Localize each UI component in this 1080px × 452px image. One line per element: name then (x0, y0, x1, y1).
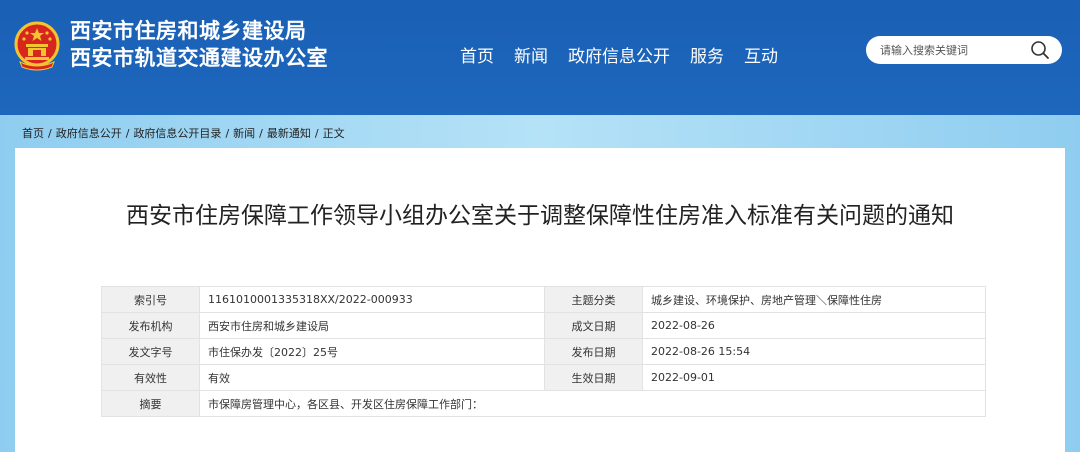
table-row: 发布机构 西安市住房和城乡建设局 成文日期 2022-08-26 (101, 312, 986, 339)
meta-value: 城乡建设、环境保护、房地产管理＼保障性住房 (642, 286, 986, 313)
breadcrumb-gov-info[interactable]: 政府信息公开 (56, 127, 122, 140)
table-row: 发文字号 市住保办发〔2022〕25号 发布日期 2022-08-26 15:5… (101, 338, 986, 365)
national-emblem-icon (14, 21, 60, 71)
meta-label: 发文字号 (101, 338, 200, 365)
meta-label: 有效性 (101, 364, 200, 391)
search-input[interactable] (880, 41, 1020, 59)
meta-label: 摘要 (101, 390, 200, 417)
meta-value: 2022-09-01 (642, 364, 986, 391)
nav-home[interactable]: 首页 (460, 42, 494, 67)
breadcrumb-home[interactable]: 首页 (22, 127, 44, 140)
abstract-value: 市保障房管理中心，各区县、开发区住房保障工作部门： (199, 390, 986, 417)
org-name-line1: 西安市住房和城乡建设局 (70, 19, 307, 43)
breadcrumb-gov-info-catalog[interactable]: 政府信息公开目录 (133, 127, 221, 140)
meta-value: 1161010001335318XX/2022-000933 (199, 286, 545, 313)
table-row: 有效性 有效 生效日期 2022-09-01 (101, 364, 986, 391)
org-name-line2: 西安市轨道交通建设办公室 (70, 46, 328, 70)
site-header: 西安市住房和城乡建设局 西安市轨道交通建设办公室 首页 新闻 政府信息公开 服务… (0, 0, 1080, 115)
nav-gov-info[interactable]: 政府信息公开 (568, 42, 670, 67)
meta-label: 成文日期 (544, 312, 643, 339)
nav-news[interactable]: 新闻 (514, 42, 548, 67)
breadcrumb-current: 正文 (322, 127, 345, 140)
meta-value: 西安市住房和城乡建设局 (199, 312, 545, 339)
organization-name[interactable]: 西安市住房和城乡建设局 西安市轨道交通建设办公室 (70, 18, 328, 72)
main-nav: 首页 新闻 政府信息公开 服务 互动 (460, 42, 798, 67)
meta-label: 发布日期 (544, 338, 643, 365)
metadata-table: 索引号 1161010001335318XX/2022-000933 主题分类 … (101, 286, 986, 417)
search-icon[interactable] (1030, 40, 1050, 60)
breadcrumb-separator: / (314, 127, 319, 140)
table-row: 索引号 1161010001335318XX/2022-000933 主题分类 … (101, 286, 986, 313)
breadcrumb-separator: / (125, 127, 130, 140)
meta-label: 生效日期 (544, 364, 643, 391)
breadcrumb-latest-notices[interactable]: 最新通知 (267, 127, 311, 140)
breadcrumb-separator: / (225, 127, 230, 140)
breadcrumb-separator: / (259, 127, 263, 140)
meta-value: 2022-08-26 15:54 (642, 338, 986, 365)
meta-value: 2022-08-26 (642, 312, 986, 339)
meta-value: 市住保办发〔2022〕25号 (199, 338, 545, 365)
article-panel: 西安市住房保障工作领导小组办公室关于调整保障性住房准入标准有关问题的通知 索引号… (15, 148, 1065, 452)
nav-interaction[interactable]: 互动 (744, 42, 778, 67)
breadcrumb: 首页 / 政府信息公开 / 政府信息公开目录 / 新闻 / 最新通知 / 正文 (22, 125, 345, 141)
nav-services[interactable]: 服务 (690, 42, 724, 67)
article-title: 西安市住房保障工作领导小组办公室关于调整保障性住房准入标准有关问题的通知 (126, 203, 954, 229)
search-box (866, 36, 1062, 64)
meta-value: 有效 (199, 364, 545, 391)
meta-label: 主题分类 (544, 286, 643, 313)
meta-label: 索引号 (101, 286, 200, 313)
breadcrumb-news[interactable]: 新闻 (233, 127, 255, 140)
breadcrumb-separator: / (48, 127, 52, 140)
meta-label: 发布机构 (101, 312, 200, 339)
table-row: 摘要 市保障房管理中心，各区县、开发区住房保障工作部门： (101, 390, 986, 417)
